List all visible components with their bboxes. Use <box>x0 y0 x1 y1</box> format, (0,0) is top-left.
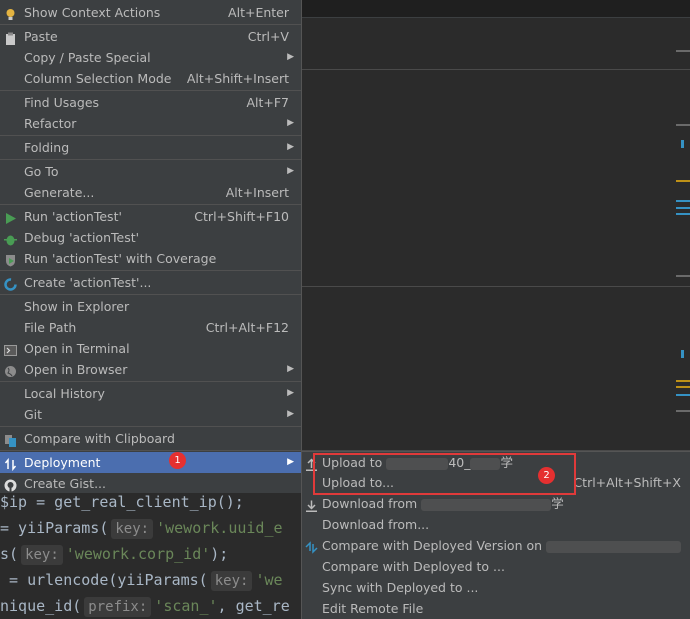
parameter-hint: prefix: <box>84 597 152 617</box>
menu-item-paste[interactable]: Paste Ctrl+V <box>0 26 301 47</box>
gutter-marker[interactable] <box>676 410 690 412</box>
menu-item-generate[interactable]: Generate... Alt+Insert <box>0 182 301 203</box>
menu-item-compare-with-clipboard[interactable]: Compare with Clipboard <box>0 428 301 449</box>
menu-item-folding[interactable]: Folding ▶ <box>0 137 301 158</box>
separator <box>0 24 301 25</box>
github-icon <box>4 477 17 492</box>
submenu-item-compare-deployed-version[interactable]: Compare with Deployed Version on <box>302 535 690 556</box>
divider <box>300 69 690 70</box>
menu-item-create-run-config[interactable]: Create 'actionTest'... <box>0 272 301 293</box>
menu-item-open-in-terminal[interactable]: Open in Terminal <box>0 338 301 359</box>
menu-item-run-with-coverage[interactable]: Run 'actionTest' with Coverage <box>0 248 301 269</box>
parameter-hint: key: <box>21 545 63 565</box>
parameter-hint: key: <box>210 571 253 591</box>
bulb-icon <box>4 6 17 20</box>
submenu-arrow-icon: ▶ <box>287 409 294 419</box>
submenu-item-edit-remote-file[interactable]: Edit Remote File <box>302 598 690 619</box>
gutter-marker[interactable] <box>676 200 690 202</box>
menu-item-column-selection-mode[interactable]: Column Selection Mode Alt+Shift+Insert <box>0 68 301 89</box>
terminal-icon <box>4 342 17 356</box>
menu-item-go-to[interactable]: Go To ▶ <box>0 161 301 182</box>
submenu-item-compare-with-deployed-to[interactable]: Compare with Deployed to ... <box>302 556 690 577</box>
parameter-hint: key: <box>111 519 154 539</box>
compare-deployed-icon <box>305 539 318 554</box>
separator <box>0 90 301 91</box>
gutter-marker[interactable] <box>676 180 690 182</box>
menu-item-debug[interactable]: Debug 'actionTest' <box>0 227 301 248</box>
submenu-item-sync-with-deployed-to[interactable]: Sync with Deployed to ... <box>302 577 690 598</box>
menu-item-copy-paste-special[interactable]: Copy / Paste Special ▶ <box>0 47 301 68</box>
menu-item-deployment[interactable]: Deployment ▶ <box>0 452 301 473</box>
separator <box>0 450 301 451</box>
submenu-arrow-icon: ▶ <box>287 52 294 62</box>
submenu-item-download-from-dialog[interactable]: Download from... <box>302 514 690 535</box>
submenu-arrow-icon: ▶ <box>287 364 294 374</box>
menu-item-open-in-browser[interactable]: Open in Browser ▶ <box>0 359 301 380</box>
submenu-arrow-icon: ▶ <box>287 388 294 398</box>
gutter-marker[interactable] <box>676 394 690 396</box>
gutter-marker[interactable] <box>676 207 690 209</box>
code-line: = yiiParams(key:'wework.uuid_e <box>0 519 283 539</box>
debug-icon <box>4 231 17 246</box>
redacted-server-name <box>546 540 682 553</box>
create-config-icon <box>4 276 17 291</box>
coverage-icon <box>4 252 17 267</box>
gutter-marker[interactable] <box>676 50 690 52</box>
gutter-marker[interactable] <box>676 275 690 277</box>
menu-item-find-usages[interactable]: Find Usages Alt+F7 <box>0 92 301 113</box>
annotation-badge-2: 2 <box>538 467 555 484</box>
annotation-highlight-box <box>313 453 576 495</box>
deployment-icon <box>4 456 17 472</box>
code-line: = urlencode(yiiParams(key:'we <box>0 571 283 591</box>
submenu-arrow-icon: ▶ <box>287 142 294 152</box>
menu-item-show-context-actions[interactable]: Show Context Actions Alt+Enter <box>0 2 301 23</box>
code-line: nique_id(prefix:'scan_', get_re <box>0 597 290 617</box>
submenu-arrow-icon: ▶ <box>287 166 294 176</box>
submenu-arrow-icon: ▶ <box>287 457 294 467</box>
gutter-marker[interactable] <box>676 213 690 215</box>
menu-item-local-history[interactable]: Local History ▶ <box>0 383 301 404</box>
separator <box>0 270 301 271</box>
separator <box>0 135 301 136</box>
menu-item-run[interactable]: Run 'actionTest' Ctrl+Shift+F10 <box>0 206 301 227</box>
redacted-server-name <box>421 498 552 511</box>
download-icon <box>305 497 318 512</box>
menu-item-show-in-explorer[interactable]: Show in Explorer <box>0 296 301 317</box>
separator <box>0 204 301 205</box>
editor-tab-bar <box>300 0 690 17</box>
menu-item-create-gist[interactable]: Create Gist... <box>0 473 301 494</box>
run-icon <box>4 210 17 224</box>
divider <box>300 17 690 18</box>
submenu-arrow-icon: ▶ <box>287 118 294 128</box>
annotation-badge-1: 1 <box>169 452 186 469</box>
separator <box>0 426 301 427</box>
gutter-marker[interactable] <box>681 140 684 148</box>
separator <box>0 294 301 295</box>
code-line: s(key:'wework.corp_id'); <box>0 545 229 565</box>
gutter-marker[interactable] <box>681 350 684 358</box>
editor-context-menu: Show Context Actions Alt+Enter Paste Ctr… <box>0 0 302 493</box>
menu-item-refactor[interactable]: Refactor ▶ <box>0 113 301 134</box>
separator <box>0 381 301 382</box>
globe-icon <box>4 363 17 377</box>
submenu-item-download-from-server[interactable]: Download from 学 <box>302 493 690 514</box>
gutter-marker[interactable] <box>676 386 690 388</box>
menu-item-file-path[interactable]: File Path Ctrl+Alt+F12 <box>0 317 301 338</box>
separator <box>0 159 301 160</box>
divider <box>300 286 690 287</box>
gutter-marker[interactable] <box>676 124 690 126</box>
paste-icon <box>4 30 17 45</box>
compare-icon <box>4 432 17 447</box>
menu-item-git[interactable]: Git ▶ <box>0 404 301 425</box>
gutter-marker[interactable] <box>676 380 690 382</box>
